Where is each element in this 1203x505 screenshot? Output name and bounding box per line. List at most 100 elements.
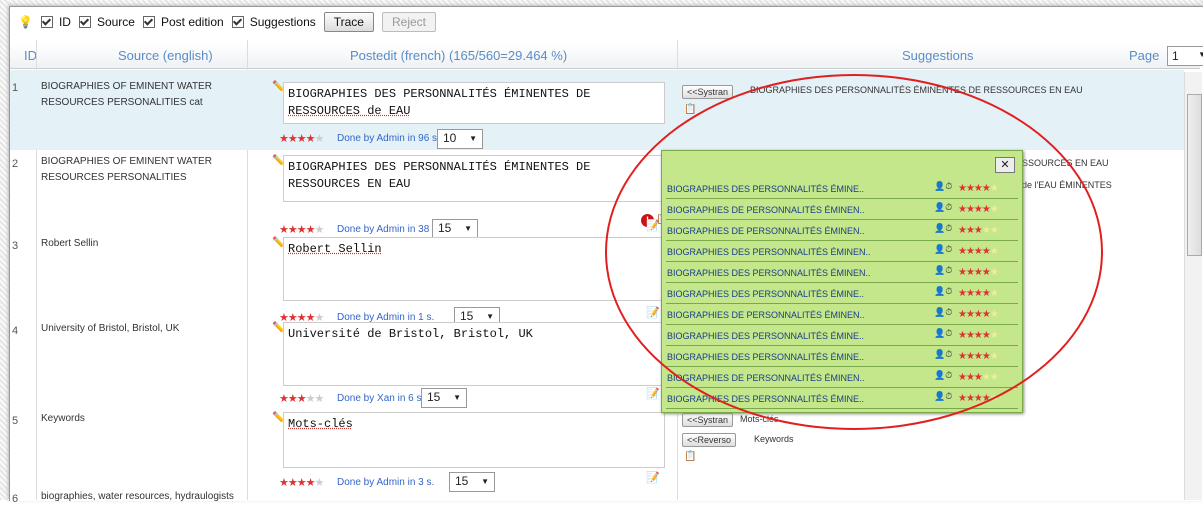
postedit-line: RESSOURCES de EAU bbox=[288, 104, 411, 118]
rating-stars: ★★★★★ bbox=[958, 309, 999, 320]
chevron-down-icon: ▼ bbox=[481, 477, 489, 486]
suggestion-text: BIOGRAPHIES DES PERSONNALITÉS ÉMINENTES … bbox=[750, 85, 1083, 95]
lightbulb-icon[interactable]: 💡 bbox=[18, 15, 33, 29]
rating-stars: ★★★★★ bbox=[958, 351, 999, 362]
chevron-down-icon: ▼ bbox=[1198, 50, 1203, 59]
source-checkbox-label: Source bbox=[96, 15, 135, 29]
edit-icon[interactable]: 📝 bbox=[646, 387, 660, 400]
id-checkbox[interactable] bbox=[40, 16, 53, 28]
score-value: 15 bbox=[438, 221, 452, 235]
suggestions-checkbox[interactable] bbox=[231, 16, 244, 28]
postedit-field[interactable]: BIOGRAPHIES DES PERSONNALITÉS ÉMINENTES … bbox=[283, 155, 665, 202]
post-edition-checkbox[interactable] bbox=[142, 16, 155, 28]
score-select[interactable]: 15 ▼ bbox=[449, 472, 495, 492]
score-select[interactable]: 10 ▼ bbox=[437, 129, 483, 149]
user-timer-icon: 👤⏱ bbox=[934, 391, 953, 401]
done-status: Done by Xan in 6 s. bbox=[337, 393, 425, 404]
systran-button[interactable]: <<Systran bbox=[682, 413, 734, 427]
user-timer-icon: 👤⏱ bbox=[934, 328, 953, 338]
row-id: 6 bbox=[12, 493, 19, 505]
row-id: 3 bbox=[12, 240, 19, 252]
popup-suggestion-row[interactable]: BIOGRAPHIES DE PERSONNALITÉS ÉMINEN.. 👤⏱ ★… bbox=[666, 223, 1018, 241]
popup-suggestion-text: BIOGRAPHIES DE PERSONNALITÉS ÉMINEN.. bbox=[667, 310, 865, 320]
vertical-scrollbar[interactable] bbox=[1184, 72, 1202, 500]
edit-icon[interactable]: 📝 bbox=[646, 306, 660, 319]
chevron-down-icon: ▼ bbox=[469, 134, 477, 143]
row-source: Keywords bbox=[41, 411, 241, 427]
done-status: Done by Admin in 3 s. bbox=[337, 477, 435, 488]
chevron-down-icon: ▼ bbox=[486, 312, 494, 321]
user-timer-icon: 👤⏱ bbox=[934, 202, 953, 212]
rating-stars[interactable]: ★★★★★ bbox=[279, 223, 324, 236]
user-timer-icon: 👤⏱ bbox=[934, 223, 953, 233]
score-value: 15 bbox=[455, 474, 469, 488]
edit-icon[interactable]: 📝 bbox=[646, 471, 660, 484]
rating-stars[interactable]: ★★★★★ bbox=[279, 476, 324, 489]
systran-button[interactable]: <<Systran bbox=[682, 85, 734, 99]
header-source[interactable]: Source (english) bbox=[118, 48, 213, 63]
user-timer-icon: 👤⏱ bbox=[934, 244, 953, 254]
row-id: 5 bbox=[12, 415, 19, 427]
user-timer-icon: 👤⏱ bbox=[934, 370, 953, 380]
reject-button[interactable]: Reject bbox=[381, 12, 436, 32]
done-status: Done by Admin in 38 s. bbox=[337, 224, 440, 235]
popup-suggestion-row[interactable]: BIOGRAPHIES DES PERSONNALITÉS ÉMINE.. 👤⏱ ★… bbox=[666, 328, 1018, 346]
popup-suggestion-row[interactable]: BIOGRAPHIES DES PERSONNALITÉS ÉMINEN.. 👤⏱… bbox=[666, 265, 1018, 283]
row-id: 1 bbox=[12, 82, 19, 94]
rating-stars: ★★★★★ bbox=[958, 267, 999, 278]
postedit-field[interactable]: BIOGRAPHIES DES PERSONNALITÉS ÉMINENTES … bbox=[283, 82, 665, 124]
popup-suggestion-text: BIOGRAPHIES DE PERSONNALITÉS ÉMINEN.. bbox=[667, 226, 865, 236]
done-status: Done by Admin in 96 s. bbox=[337, 133, 440, 144]
suggestion-text: Mots-clés bbox=[740, 414, 779, 424]
rating-stars[interactable]: ★★★★★ bbox=[279, 392, 324, 405]
suggestions-popup: ✕ BIOGRAPHIES DES PERSONNALITÉS ÉMINE.. 👤… bbox=[661, 150, 1023, 413]
window-shadow-left bbox=[0, 0, 9, 500]
rating-stars[interactable]: ★★★★★ bbox=[279, 132, 324, 145]
source-line: RESOURCES PERSONALITIES bbox=[41, 172, 187, 183]
popup-suggestion-row[interactable]: BIOGRAPHIES DES PERSONNALITÉS ÉMINE.. 👤⏱ ★… bbox=[666, 391, 1018, 409]
score-value: 15 bbox=[460, 309, 474, 323]
popup-suggestion-row[interactable]: BIOGRAPHIES DE PERSONNALITÉS ÉMINEN.. 👤⏱ ★… bbox=[666, 370, 1018, 388]
popup-suggestion-row[interactable]: BIOGRAPHIES DE PERSONNALITÉS ÉMINEN.. 👤⏱ ★… bbox=[666, 307, 1018, 325]
postedit-field[interactable]: Robert Sellin bbox=[283, 237, 665, 301]
popup-suggestion-row[interactable]: BIOGRAPHIES DES PERSONNALITÉS ÉMINE.. 👤⏱ ★… bbox=[666, 286, 1018, 304]
score-select[interactable]: 15 ▼ bbox=[432, 219, 478, 239]
source-line: biographies, water resources, hydraulogi… bbox=[41, 491, 234, 502]
row-source: Robert Sellin bbox=[41, 236, 241, 252]
suggestion-text: Keywords bbox=[754, 434, 794, 444]
page-select[interactable]: 1 ▼ bbox=[1167, 46, 1203, 66]
reverso-button[interactable]: <<Reverso bbox=[682, 433, 737, 447]
postedit-field[interactable]: Université de Bristol, Bristol, UK bbox=[283, 322, 665, 386]
trace-button[interactable]: Trace bbox=[323, 12, 374, 32]
source-checkbox[interactable] bbox=[78, 16, 91, 28]
grid-header: ID Source (english) Postedit (french) (1… bbox=[10, 44, 1203, 69]
popup-suggestion-row[interactable]: BIOGRAPHIES DES PERSONNALITÉS ÉMINEN.. 👤⏱… bbox=[666, 244, 1018, 262]
popup-suggestion-text: BIOGRAPHIES DES PERSONNALITÉS ÉMINEN.. bbox=[667, 247, 871, 257]
postedit-field[interactable]: Mots-clés bbox=[283, 412, 665, 468]
close-button[interactable]: ✕ bbox=[995, 157, 1015, 173]
page-label: Page bbox=[1129, 48, 1160, 63]
postedit-line: BIOGRAPHIES DES PERSONNALITÉS ÉMINENTES … bbox=[288, 160, 591, 174]
user-timer-icon: 👤⏱ bbox=[934, 349, 953, 359]
popup-suggestion-text: BIOGRAPHIES DE PERSONNALITÉS ÉMINEN.. bbox=[667, 205, 865, 215]
header-suggestions[interactable]: Suggestions bbox=[902, 48, 974, 63]
popup-suggestion-row[interactable]: BIOGRAPHIES DES PERSONNALITÉS ÉMINE.. 👤⏱ ★… bbox=[666, 181, 1018, 199]
rating-stars: ★★★★★ bbox=[958, 288, 999, 299]
copy-icon[interactable]: 📋 bbox=[684, 451, 696, 463]
copy-icon[interactable]: 📋 bbox=[684, 104, 696, 116]
popup-suggestion-text: BIOGRAPHIES DES PERSONNALITÉS ÉMINE.. bbox=[667, 394, 865, 404]
row-id: 2 bbox=[12, 158, 19, 170]
header-postedit[interactable]: Postedit (french) (165/560=29.464 %) bbox=[350, 48, 567, 63]
popup-suggestion-row[interactable]: BIOGRAPHIES DE PERSONNALITÉS ÉMINEN.. 👤⏱ ★… bbox=[666, 202, 1018, 220]
toolbar: 💡 ID Source Post edition Suggestions Tra… bbox=[18, 10, 436, 34]
popup-suggestion-text: BIOGRAPHIES DES PERSONNALITÉS ÉMINE.. bbox=[667, 289, 865, 299]
row-source: BIOGRAPHIES OF EMINENT WATER RESOURCES P… bbox=[41, 154, 241, 186]
edit-icon[interactable]: 📝 bbox=[646, 219, 660, 232]
rating-stars: ★★★★★ bbox=[958, 393, 999, 404]
post-edition-checkbox-label: Post edition bbox=[160, 15, 224, 29]
scrollbar-thumb[interactable] bbox=[1187, 94, 1202, 256]
score-select[interactable]: 15 ▼ bbox=[421, 388, 467, 408]
popup-suggestion-row[interactable]: BIOGRAPHIES DES PERSONNALITÉS ÉMINE.. 👤⏱ ★… bbox=[666, 349, 1018, 367]
rating-stars: ★★★★★ bbox=[958, 246, 999, 257]
source-line: BIOGRAPHIES OF EMINENT WATER bbox=[41, 81, 212, 92]
